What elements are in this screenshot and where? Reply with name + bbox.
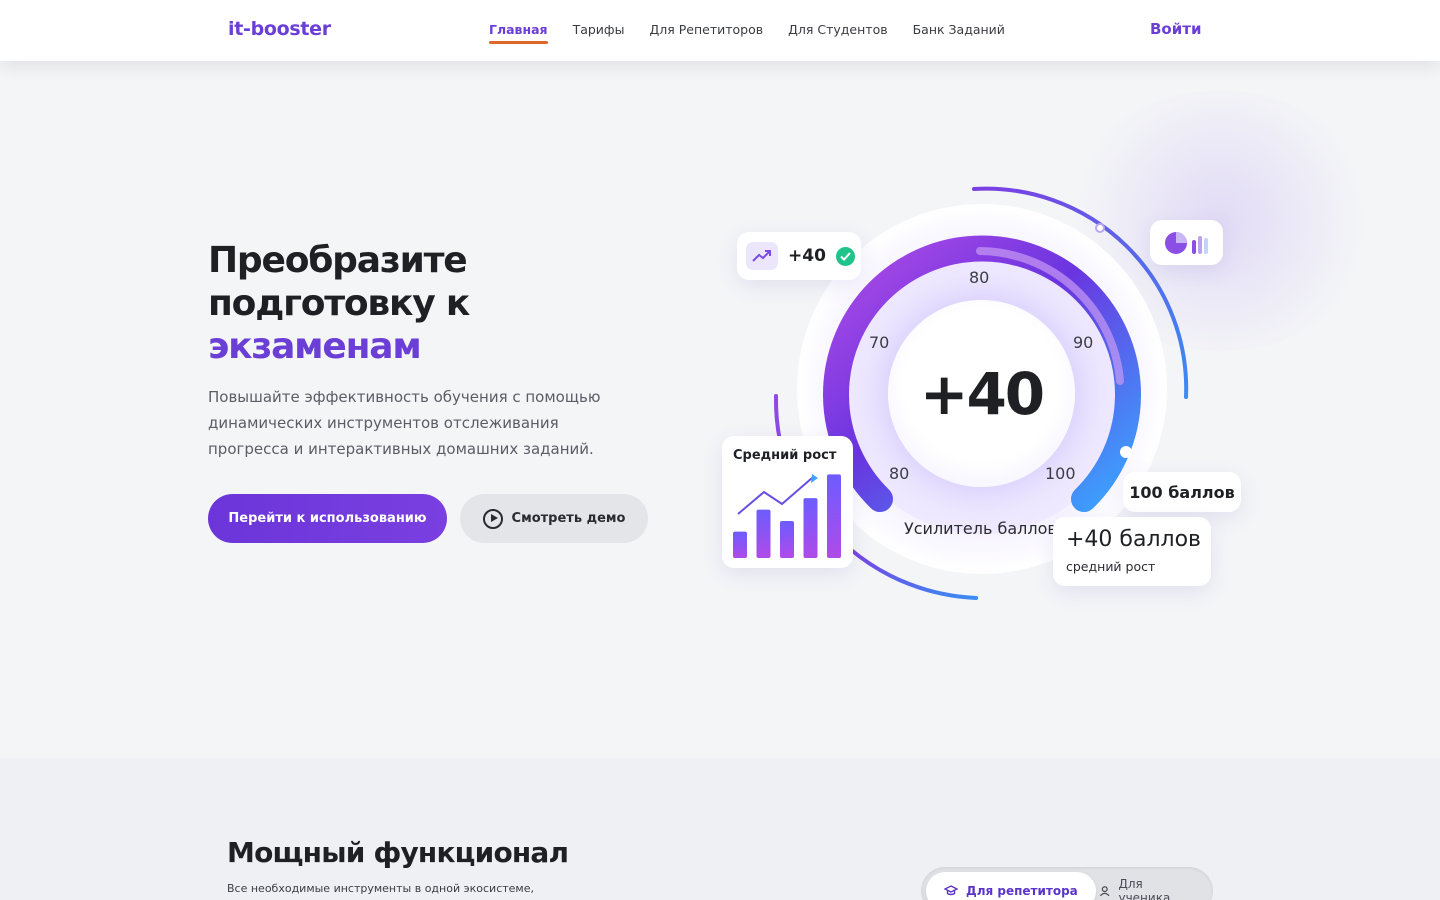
features-section: Мощный функционал Все необходимые инстру…	[0, 758, 1440, 900]
growth-trend-line	[737, 477, 813, 515]
average-growth-subtitle: средний рост	[1066, 559, 1156, 574]
gauge-caption: Усилитель баллов	[904, 519, 1057, 538]
stats-mini-card	[1150, 220, 1223, 265]
growth-bar	[803, 498, 818, 558]
features-title: Мощный функционал	[227, 836, 569, 869]
hero-section: Преобразите подготовку к экзаменам Повыш…	[0, 61, 1440, 758]
nav-item-pricing[interactable]: Тарифы	[573, 22, 625, 37]
user-icon	[1099, 886, 1110, 897]
toggle-tutor[interactable]: Для репетитора	[926, 872, 1096, 900]
nav-item-tutors[interactable]: Для Репетиторов	[650, 22, 764, 37]
audience-toggle: Для репетитора Для ученика	[921, 867, 1213, 900]
gauge-indicator	[1120, 446, 1132, 458]
graduation-cap-icon	[944, 885, 958, 896]
growth-card: Средний рост	[722, 436, 853, 568]
hero-title-accent: экзаменам	[208, 326, 422, 367]
toggle-student[interactable]: Для ученика	[1081, 872, 1213, 900]
average-growth-card: +40 баллов средний рост	[1053, 517, 1211, 586]
toggle-tutor-label: Для репетитора	[966, 884, 1078, 898]
main-nav: Главная Тарифы Для Репетиторов Для Студе…	[489, 22, 1005, 44]
gauge-tick-90: 90	[1073, 333, 1094, 352]
score-badge: +40	[737, 232, 861, 280]
trend-up-icon	[746, 242, 778, 270]
toggle-student-label: Для ученика	[1118, 877, 1171, 900]
play-icon	[482, 508, 503, 529]
features-subtitle: Все необходимые инструменты в одной экос…	[227, 882, 534, 895]
nav-item-students[interactable]: Для Студентов	[788, 22, 887, 37]
hero-title-line1: Преобразите	[208, 240, 468, 281]
nav-item-home[interactable]: Главная	[489, 22, 548, 44]
hero-lead: Повышайте эффективность обучения с помощ…	[208, 388, 601, 458]
start-button[interactable]: Перейти к использованию	[208, 494, 447, 543]
max-score-label: 100 баллов	[1129, 482, 1235, 502]
gauge-center: +40	[888, 300, 1075, 487]
average-growth-title: +40 баллов	[1066, 527, 1202, 552]
hero-title: Преобразите подготовку к экзаменам	[208, 239, 470, 368]
logo[interactable]: it-booster	[228, 18, 331, 40]
growth-bar	[827, 474, 841, 558]
pie-chart-icon	[1164, 231, 1208, 254]
growth-bar	[780, 521, 794, 558]
score-badge-value: +40	[788, 246, 826, 266]
growth-bar	[733, 531, 747, 558]
gauge-tick-80-bottom: 80	[889, 464, 910, 483]
check-icon	[835, 246, 855, 266]
hero-title-line2: подготовку к	[208, 283, 470, 324]
outer-arc-left	[773, 394, 782, 443]
growth-arrow-head	[811, 474, 818, 483]
gauge-value: +40	[919, 359, 1045, 428]
nav-item-task-bank[interactable]: Банк Заданий	[913, 22, 1005, 37]
growth-bar	[756, 509, 771, 558]
gauge-tick-80-top: 80	[969, 268, 990, 287]
gauge-tick-70: 70	[869, 333, 890, 352]
max-score-card: 100 баллов	[1123, 472, 1241, 512]
login-link[interactable]: Войти	[1150, 20, 1201, 38]
watch-demo-label: Смотреть демо	[511, 511, 626, 526]
gauge-tick-100: 100	[1045, 464, 1076, 483]
growth-chart	[733, 474, 841, 558]
outer-arc-dot	[1095, 223, 1105, 233]
watch-demo-button[interactable]: Смотреть демо	[460, 494, 648, 543]
site-header: it-booster Главная Тарифы Для Репетиторо…	[0, 0, 1440, 61]
